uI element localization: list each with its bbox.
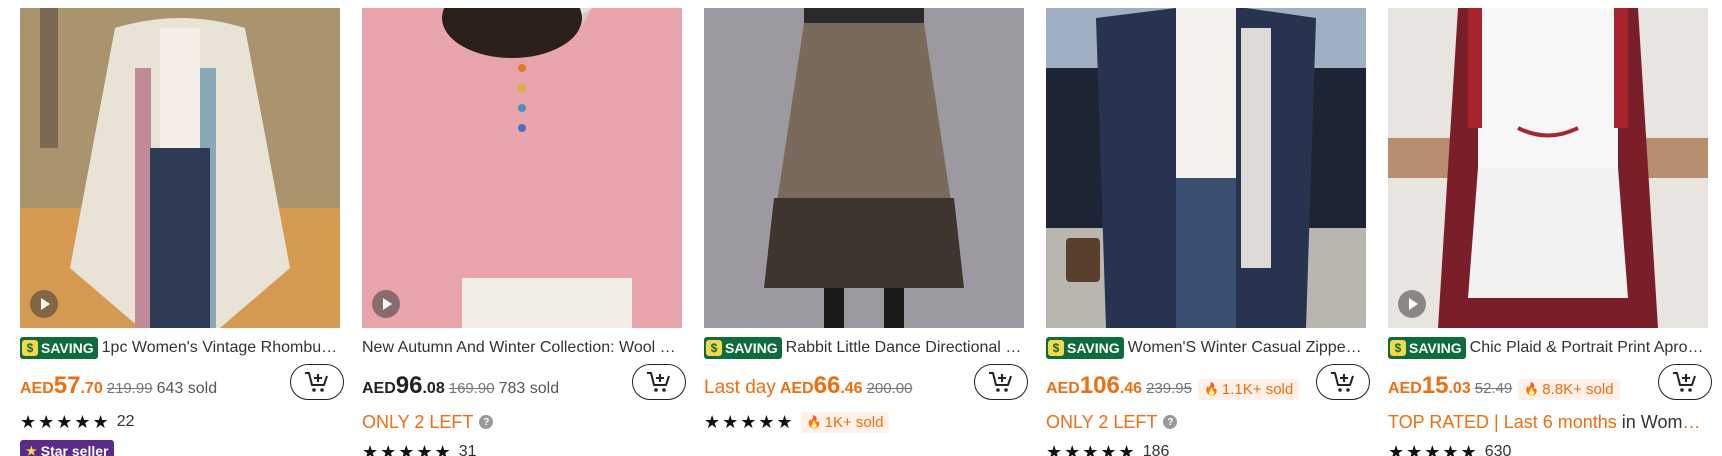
saving-icon: $ <box>22 340 38 356</box>
top-rated-row[interactable]: TOP RATED | Last 6 months in Women's... <box>1388 410 1708 434</box>
cart-plus-icon <box>305 372 328 392</box>
cart-plus-icon <box>1673 372 1696 392</box>
saving-badge: $ SAVING <box>20 337 98 359</box>
original-price: 239.95 <box>1146 380 1192 397</box>
product-image[interactable] <box>1388 8 1708 328</box>
rating-count: 22 <box>116 413 135 430</box>
price-integer: 57 <box>53 372 81 399</box>
sold-count: 783 sold <box>498 380 560 397</box>
star-icon: ★ <box>26 444 37 456</box>
star-rating: ★★★★★ <box>1046 441 1137 456</box>
star-rating: ★★★★★ <box>20 411 111 432</box>
play-video-icon[interactable] <box>1398 290 1426 318</box>
add-to-cart-button[interactable] <box>632 364 686 400</box>
price-decimal: .46 <box>1119 380 1143 397</box>
product-card[interactable]: $ SAVING Chic Plaid & Portrait Print Apro… <box>1388 8 1712 456</box>
saving-badge: $ SAVING <box>1046 337 1124 359</box>
hot-sold-badge: 🔥 1K+ sold <box>800 411 890 433</box>
hot-sold-badge: 🔥 1.1K+ sold <box>1197 378 1300 400</box>
price-currency: AED <box>1388 380 1422 397</box>
add-to-cart-button[interactable] <box>290 364 344 400</box>
price-currency: AED <box>20 380 54 397</box>
product-title-row[interactable]: $ SAVING Chic Plaid & Portrait Print Apro… <box>1388 336 1708 360</box>
price-currency: AED <box>779 380 814 397</box>
rating-row: ★★★★★ 22 <box>20 410 340 434</box>
top-rated-label[interactable]: TOP RATED | Last 6 months in Women's... <box>1388 412 1708 433</box>
cart-plus-icon <box>647 372 670 392</box>
price-decimal: .70 <box>80 380 103 397</box>
star-seller-badge: ★ Star seller <box>20 440 115 456</box>
play-video-icon[interactable] <box>30 290 58 318</box>
add-to-cart-button[interactable] <box>974 364 1028 400</box>
saving-icon: $ <box>706 340 722 356</box>
question-icon[interactable]: ? <box>1163 415 1178 429</box>
saving-badge: $ SAVING <box>704 337 782 359</box>
product-title-row[interactable]: New Autumn And Winter Collection: Wool B… <box>362 336 682 360</box>
stock-row: ONLY 2 LEFT ? <box>1046 410 1366 434</box>
rating-count: 630 <box>1484 443 1512 456</box>
product-title-row[interactable]: $ SAVING Rabbit Little Dance Directional … <box>704 336 1024 360</box>
hot-sold-badge: 🔥 8.8K+ sold <box>1518 378 1620 400</box>
price-currency: AED <box>362 380 396 397</box>
price-integer: 106 <box>1079 372 1120 399</box>
cart-plus-icon <box>989 372 1012 392</box>
original-price: 219.99 <box>106 380 153 397</box>
price-decimal: .03 <box>1448 380 1471 397</box>
product-title[interactable]: New Autumn And Winter Collection: Wool B… <box>362 339 682 357</box>
add-to-cart-button[interactable] <box>1658 364 1712 400</box>
cart-plus-icon <box>1331 372 1354 392</box>
product-image[interactable] <box>20 8 340 328</box>
product-image[interactable] <box>1046 8 1366 328</box>
flame-icon: 🔥 <box>1203 382 1219 396</box>
product-card[interactable]: New Autumn And Winter Collection: Wool B… <box>362 8 686 456</box>
price-decimal: .08 <box>422 380 445 397</box>
saving-badge: $ SAVING <box>1388 337 1466 359</box>
flame-icon: 🔥 <box>1524 382 1540 396</box>
add-to-cart-button[interactable] <box>1316 364 1370 400</box>
rating-row: ★★★★★ 31 <box>362 440 682 456</box>
product-image[interactable] <box>362 8 682 328</box>
price-integer: 96 <box>395 372 423 399</box>
low-stock-label: ONLY 2 LEFT <box>1046 411 1158 432</box>
last-day-label: Last day <box>704 377 776 398</box>
price-integer: 15 <box>1421 372 1449 399</box>
star-rating: ★★★★★ <box>362 441 453 456</box>
low-stock-label: ONLY 2 LEFT <box>362 411 474 432</box>
rating-row: ★★★★★ 🔥 1K+ sold <box>704 410 1024 434</box>
product-card[interactable]: $ SAVING Rabbit Little Dance Directional … <box>704 8 1028 456</box>
product-image[interactable] <box>704 8 1024 328</box>
product-title-row[interactable]: $SAVING Women'S Winter Casual Zipper Qui… <box>1046 336 1366 360</box>
product-title[interactable]: Women'S Winter Casual Zipper Quilted Hoo… <box>1128 339 1366 357</box>
price-integer: 66 <box>813 372 841 399</box>
sold-count: 643 sold <box>156 380 218 397</box>
price-decimal: .46 <box>840 380 863 397</box>
rating-count: 31 <box>458 443 477 456</box>
product-card[interactable]: $SAVING Women'S Winter Casual Zipper Qui… <box>1046 8 1370 456</box>
original-price: 52.49 <box>1474 380 1513 397</box>
flame-icon: 🔥 <box>806 415 822 429</box>
product-title[interactable]: Chic Plaid & Portrait Print Apron Kitche… <box>1470 339 1708 357</box>
product-title[interactable]: 1pc Women's Vintage Rhombus Ethnic Style… <box>102 339 340 357</box>
rating-row: ★★★★★ 186 <box>1046 440 1366 456</box>
rating-row: ★★★★★ 630 <box>1388 440 1708 456</box>
product-title-row[interactable]: $SAVING 1pc Women's Vintage Rhombus Ethn… <box>20 336 340 360</box>
top-rated-category: in Women's... <box>1621 411 1708 432</box>
rating-count: 186 <box>1142 443 1170 456</box>
price-currency: AED <box>1046 380 1080 397</box>
original-price: 169.90 <box>448 380 495 397</box>
saving-icon: $ <box>1048 340 1064 356</box>
star-rating: ★★★★★ <box>1388 441 1479 456</box>
product-title[interactable]: Rabbit Little Dance Directional Print Mi… <box>786 339 1024 357</box>
play-video-icon[interactable] <box>372 290 400 318</box>
product-card[interactable]: $SAVING 1pc Women's Vintage Rhombus Ethn… <box>20 8 344 456</box>
question-icon[interactable]: ? <box>479 415 494 429</box>
original-price: 200.00 <box>866 380 913 397</box>
seller-row: ★ Star seller <box>20 440 115 456</box>
stock-row: ONLY 2 LEFT ? <box>362 410 682 434</box>
star-rating: ★★★★★ <box>704 411 795 432</box>
saving-icon: $ <box>1390 340 1406 356</box>
